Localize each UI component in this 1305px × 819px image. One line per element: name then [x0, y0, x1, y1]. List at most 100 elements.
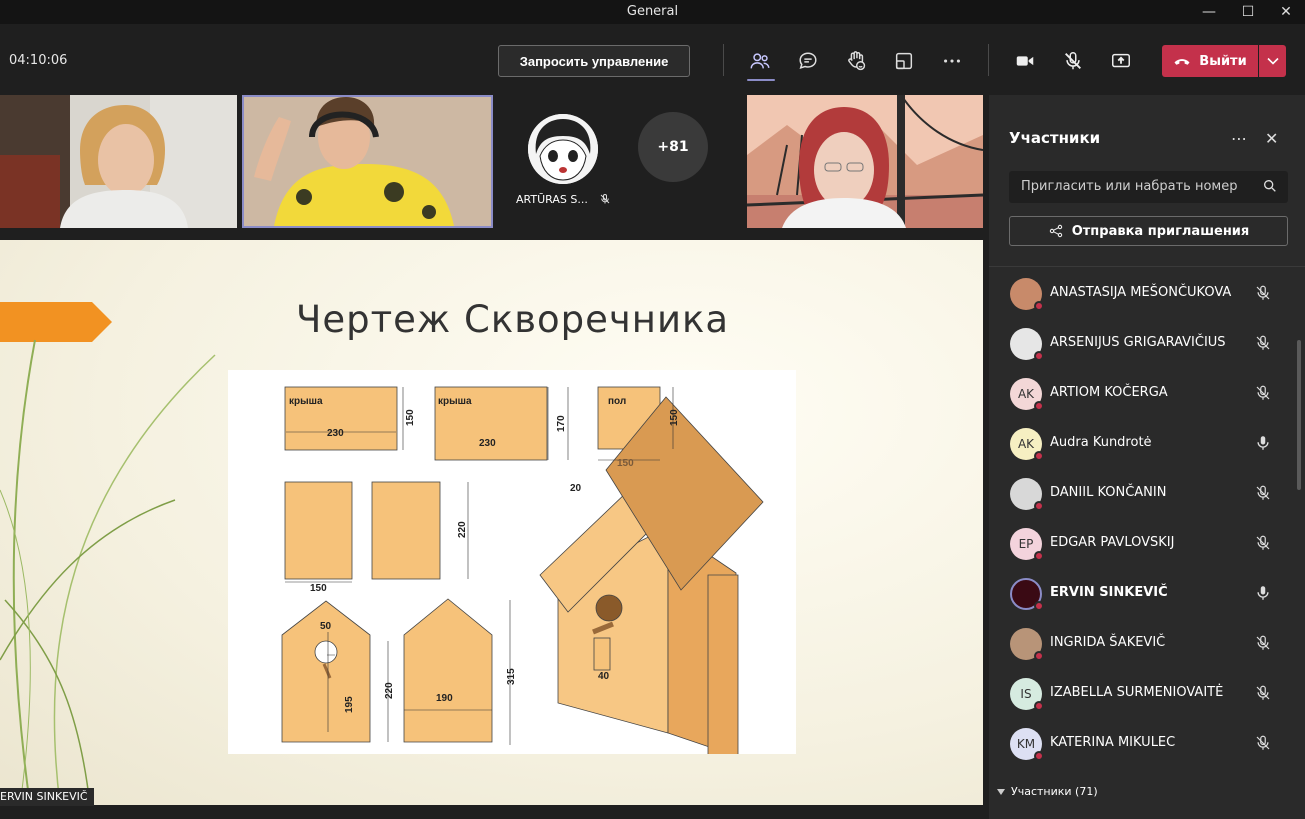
- participant-name-label: ARTŪRAS S...: [516, 193, 611, 206]
- participant-row[interactable]: AK Audra Kundrotė: [989, 418, 1305, 468]
- drawing-label: 40: [598, 671, 610, 682]
- presence-badge: [1034, 651, 1044, 661]
- drawing-label: крыша: [289, 396, 323, 407]
- panel-close-icon[interactable]: ✕: [1265, 129, 1278, 148]
- video-tile-student[interactable]: [242, 95, 493, 228]
- hangup-icon: [1174, 59, 1190, 65]
- participant-row[interactable]: ARSENIJUS GRIGARAVIČIUS: [989, 318, 1305, 368]
- participant-avatar[interactable]: [528, 114, 598, 184]
- presence-badge: [1034, 501, 1044, 511]
- participant-row[interactable]: ERVIN SINKEVIČ: [989, 568, 1305, 618]
- toolbar-divider: [723, 44, 724, 76]
- mic-muted-icon: [1256, 385, 1270, 400]
- drawing-label: 230: [327, 428, 344, 439]
- participant-name: EDGAR PAVLOVSKIJ: [1050, 535, 1175, 550]
- presence-badge: [1034, 751, 1044, 761]
- panel-title: Участники: [1009, 129, 1101, 147]
- drawing-label: крыша: [438, 396, 472, 407]
- drawing-label: 230: [479, 438, 496, 449]
- mic-muted-icon: [1256, 285, 1270, 300]
- view-layout-icon[interactable]: [887, 44, 921, 78]
- anime-avatar-image: [528, 114, 598, 184]
- birdhouse-drawing: крыша 230 150 крыша 230 170 пол 150 150 …: [228, 370, 796, 759]
- participants-icon[interactable]: [743, 44, 777, 78]
- mic-muted-icon: [600, 194, 610, 204]
- presence-badge: [1034, 601, 1044, 611]
- mic-muted-icon: [1256, 335, 1270, 350]
- maximize-icon[interactable]: ☐: [1233, 0, 1263, 24]
- participant-row[interactable]: INGRIDA ŠAKEVIČ: [989, 618, 1305, 668]
- title-bar: General — ☐ ✕: [0, 0, 1305, 24]
- share-screen-icon[interactable]: [1104, 44, 1138, 78]
- mic-icon: [1257, 586, 1269, 600]
- search-icon[interactable]: [1262, 178, 1278, 194]
- more-actions-icon[interactable]: [935, 44, 969, 78]
- drawing-label: 220: [457, 521, 468, 538]
- drawing-label: 220: [384, 682, 395, 699]
- presenter-name-label: ERVIN SINKEVIČ: [0, 788, 94, 806]
- presence-badge: [1034, 301, 1044, 311]
- presence-badge: [1034, 701, 1044, 711]
- participants-panel: Участники ⋯ ✕ Пригласить или набрать ном…: [989, 95, 1305, 819]
- participant-row[interactable]: KM KATERINA MIKULEC: [989, 718, 1305, 768]
- share-invite-label: Отправка приглашения: [1071, 223, 1250, 239]
- window-title: General: [626, 4, 679, 19]
- participant-video: [244, 97, 491, 226]
- participant-name: IZABELLA SURMENIOVAITĖ: [1050, 685, 1224, 700]
- drawing-label: 20: [570, 483, 582, 494]
- shared-screen: Чертеж Скворечника крыша 230 150 крыша 2…: [0, 240, 983, 805]
- share-invite-button[interactable]: Отправка приглашения: [1009, 216, 1288, 246]
- leave-options-button[interactable]: [1259, 45, 1286, 77]
- participant-row[interactable]: EP EDGAR PAVLOVSKIJ: [989, 518, 1305, 568]
- more-participants-badge[interactable]: +81: [638, 112, 708, 182]
- leave-button[interactable]: Выйти: [1162, 45, 1258, 77]
- mic-muted-icon[interactable]: [1056, 44, 1090, 78]
- panel-divider: [989, 266, 1305, 267]
- meeting-timer: 04:10:06: [9, 53, 68, 68]
- drawing-label: 190: [436, 693, 453, 704]
- drawing-label: 150: [617, 458, 634, 469]
- share-icon: [1049, 224, 1062, 238]
- participant-row[interactable]: IS IZABELLA SURMENIOVAITĖ: [989, 668, 1305, 718]
- leave-label: Выйти: [1199, 53, 1247, 69]
- chat-icon[interactable]: [791, 44, 825, 78]
- reactions-icon[interactable]: [839, 44, 873, 78]
- camera-icon[interactable]: [1008, 44, 1042, 78]
- slide-title: Чертеж Скворечника: [296, 298, 730, 341]
- minimize-icon[interactable]: —: [1194, 0, 1224, 24]
- participant-name: ARSENIJUS GRIGARAVIČIUS: [1050, 335, 1226, 350]
- mic-muted-icon: [1256, 485, 1270, 500]
- teams-meeting-window: General — ☐ ✕ 04:10:06 Запросить управле…: [0, 0, 1305, 819]
- participant-name: ANASTASIJA MEŠONČUKOVA: [1050, 285, 1232, 300]
- presence-badge: [1034, 551, 1044, 561]
- invite-search-input[interactable]: Пригласить или набрать номер: [1009, 171, 1288, 203]
- toolbar-divider: [988, 44, 989, 76]
- participant-name: DANIIL KONČANIN: [1050, 485, 1167, 500]
- mic-icon: [1257, 436, 1269, 450]
- panel-more-icon[interactable]: ⋯: [1231, 129, 1247, 148]
- participant-name: KATERINA MIKULEC: [1050, 735, 1176, 750]
- participant-name: ERVIN SINKEVIČ: [1050, 585, 1168, 600]
- birdhouse-blueprint: крыша 230 150 крыша 230 170 пол 150 150 …: [281, 386, 764, 759]
- participant-video: [0, 95, 237, 228]
- participant-row[interactable]: DANIIL KONČANIN: [989, 468, 1305, 518]
- participant-name: ARTŪRAS S...: [516, 193, 588, 206]
- participant-row[interactable]: AK ARTIOM KOČERGA: [989, 368, 1305, 418]
- meeting-toolbar: 04:10:06 Запросить управление Выйти: [0, 24, 1305, 94]
- request-control-button[interactable]: Запросить управление: [498, 45, 690, 77]
- participant-row[interactable]: ANASTASIJA MEŠONČUKOVA: [989, 268, 1305, 318]
- participant-name: INGRIDA ŠAKEVIČ: [1050, 635, 1166, 650]
- video-tile-teacher[interactable]: [747, 95, 983, 228]
- panel-scrollbar[interactable]: [1297, 340, 1301, 490]
- close-icon[interactable]: ✕: [1271, 0, 1301, 24]
- drawing-label: 150: [669, 409, 680, 426]
- presence-badge: [1034, 351, 1044, 361]
- participant-video: [747, 95, 983, 228]
- drawing-label: 150: [405, 409, 416, 426]
- chevron-down-icon: [1266, 57, 1279, 65]
- drawing-label: 195: [344, 696, 355, 713]
- mic-muted-icon: [1256, 535, 1270, 550]
- participants-section-header[interactable]: Участники (71): [997, 785, 1098, 798]
- video-tile-woman[interactable]: [0, 95, 237, 228]
- drawing-label: 50: [320, 621, 332, 632]
